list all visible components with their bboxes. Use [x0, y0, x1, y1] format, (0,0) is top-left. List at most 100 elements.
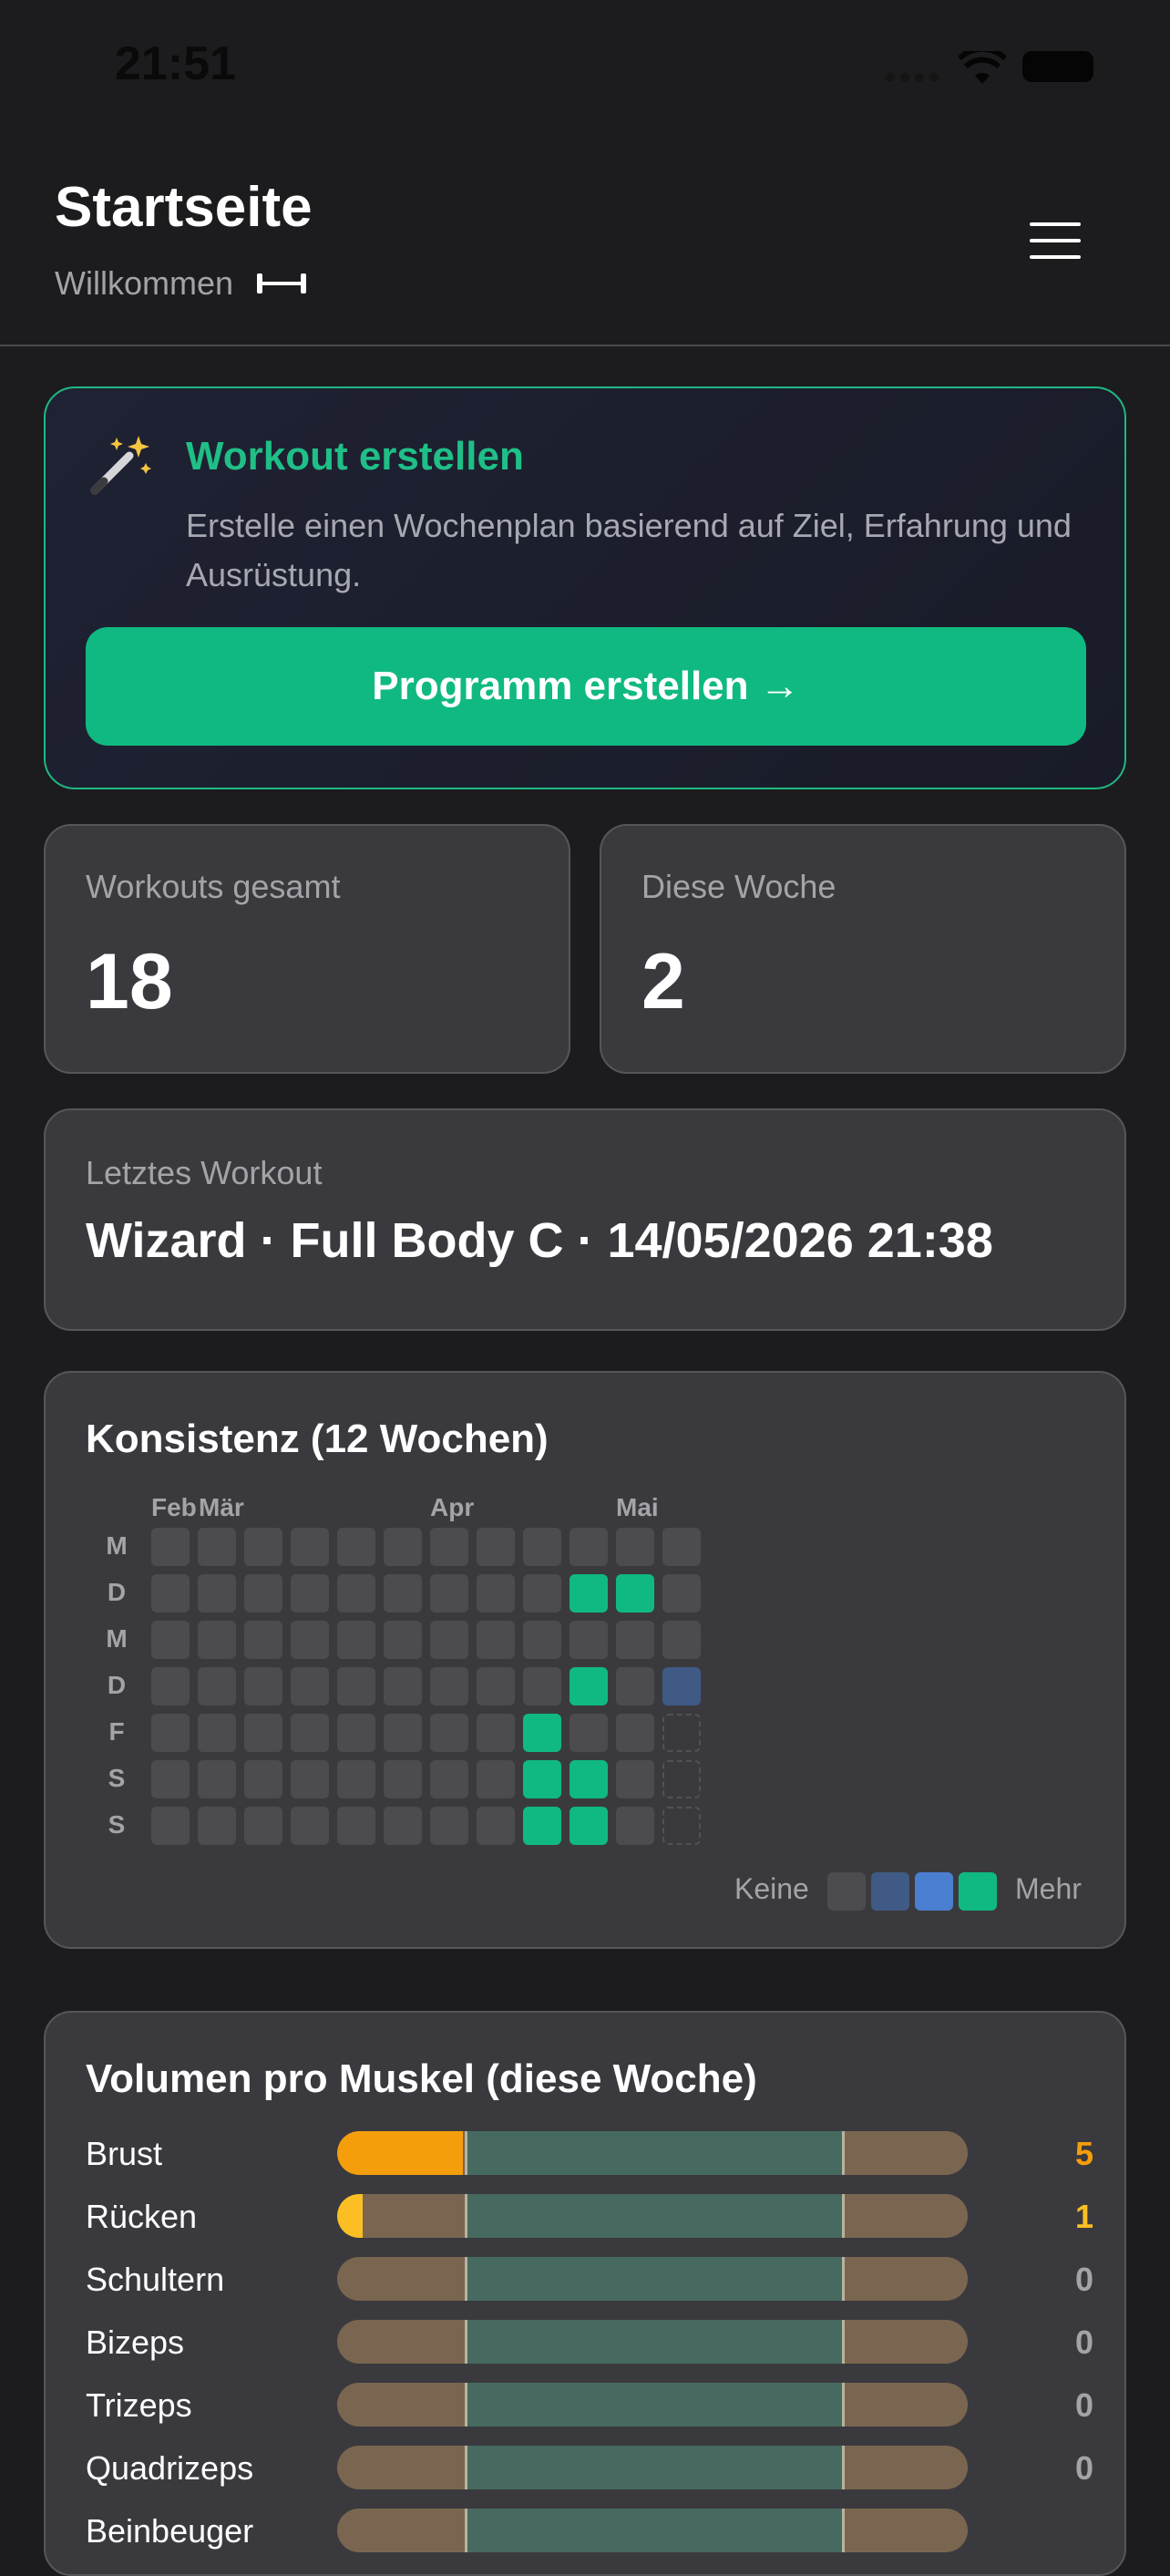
- muscle-set-count: 1: [1074, 2198, 1093, 2235]
- heatmap-cell: [198, 1807, 236, 1845]
- heatmap-cell: [198, 1528, 236, 1566]
- target-range-zone: [465, 2383, 842, 2427]
- heatmap-cell: [616, 1807, 654, 1845]
- heatmap-cell: [244, 1714, 282, 1752]
- heatmap-cell: [384, 1574, 422, 1613]
- muscle-set-count: 0: [1074, 2386, 1093, 2424]
- stat-label: Diese Woche: [641, 868, 836, 905]
- heatmap-cell: [662, 1621, 701, 1659]
- heatmap-cell: [151, 1714, 190, 1752]
- app-header: Startseite Willkommen: [0, 137, 1170, 346]
- heatmap-cell: [291, 1528, 329, 1566]
- target-marker: [465, 2509, 467, 2552]
- muscle-set-count: 0: [1074, 2261, 1093, 2298]
- last-workout-card[interactable]: Letztes Workout Wizard · Full Body C · 1…: [44, 1108, 1126, 1331]
- volume-bar: [337, 2257, 968, 2301]
- heatmap-cell: [523, 1667, 561, 1705]
- muscle-row: Quadrizeps 0: [46, 2444, 1128, 2491]
- volume-title: Volumen pro Muskel (diese Woche): [86, 2056, 757, 2101]
- heatmap-cell: [198, 1574, 236, 1613]
- day-label: S: [108, 1810, 126, 1839]
- volume-bar-fill: [337, 2194, 363, 2238]
- volume-bar: [337, 2446, 968, 2489]
- volume-bar: [337, 2194, 968, 2238]
- heatmap-cell: [151, 1574, 190, 1613]
- heatmap-cell: [570, 1760, 608, 1798]
- heatmap-cell: [523, 1574, 561, 1613]
- stat-label: Workouts gesamt: [86, 868, 341, 905]
- muscle-set-count: 5: [1074, 2135, 1093, 2172]
- heatmap-cell: [477, 1528, 515, 1566]
- heatmap-cell: [151, 1807, 190, 1845]
- heatmap-cell: [523, 1714, 561, 1752]
- muscle-name: Trizeps: [86, 2386, 192, 2424]
- target-range-zone: [465, 2257, 842, 2301]
- heatmap-cell: [616, 1667, 654, 1705]
- target-range-zone: [465, 2131, 842, 2175]
- heatmap-cell: [337, 1714, 375, 1752]
- target-marker: [465, 2194, 467, 2238]
- heatmap-cell: [570, 1714, 608, 1752]
- dumbbell-icon: [257, 273, 307, 294]
- muscle-name: Schultern: [86, 2261, 225, 2298]
- battery-icon: [1022, 51, 1093, 82]
- heatmap-cell: [384, 1714, 422, 1752]
- target-marker: [465, 2257, 467, 2301]
- target-marker: [465, 2383, 467, 2427]
- target-range-zone: [465, 2446, 842, 2489]
- heatmap-cell: [337, 1667, 375, 1705]
- heatmap-cell: [384, 1621, 422, 1659]
- heatmap-cell: [662, 1574, 701, 1613]
- muscle-set-count: 0: [1074, 2449, 1093, 2487]
- heatmap-cell: [337, 1528, 375, 1566]
- heatmap-cell: [616, 1528, 654, 1566]
- target-marker: [842, 2383, 845, 2427]
- heatmap-cell: [198, 1667, 236, 1705]
- hamburger-icon-line: [1030, 239, 1081, 242]
- target-marker: [842, 2194, 845, 2238]
- muscle-row: Trizeps 0: [46, 2381, 1128, 2428]
- day-label: D: [107, 1671, 127, 1699]
- month-label: Feb: [151, 1493, 197, 1521]
- day-label: M: [106, 1624, 128, 1653]
- hamburger-icon-line: [1030, 255, 1081, 259]
- hamburger-icon-line: [1030, 222, 1081, 226]
- create-program-button[interactable]: Programm erstellen →: [86, 627, 1086, 746]
- heatmap-cell: [291, 1621, 329, 1659]
- signal-icon: [886, 73, 939, 82]
- heatmap-cell: [198, 1714, 236, 1752]
- heatmap-cell: [477, 1760, 515, 1798]
- heatmap-cell: [244, 1760, 282, 1798]
- heatmap-cell: [291, 1807, 329, 1845]
- volume-bar: [337, 2383, 968, 2427]
- heatmap-cell: [477, 1621, 515, 1659]
- muscle-name: Bizeps: [86, 2324, 185, 2361]
- heatmap-cell: [198, 1621, 236, 1659]
- heatmap-cell: [244, 1528, 282, 1566]
- menu-button[interactable]: [1022, 215, 1088, 266]
- heatmap-cell: [244, 1667, 282, 1705]
- heatmap-cell: [337, 1574, 375, 1613]
- heatmap-cell: [570, 1621, 608, 1659]
- heatmap-cell: [662, 1714, 701, 1752]
- muscle-row: Schultern 0: [46, 2255, 1128, 2303]
- month-label: Mär: [199, 1493, 244, 1521]
- wizard-title: Workout erstellen: [186, 434, 524, 479]
- heatmap-cell: [384, 1528, 422, 1566]
- day-label: S: [108, 1764, 126, 1792]
- heatmap-cell: [523, 1528, 561, 1566]
- heatmap-cell: [523, 1621, 561, 1659]
- legend-swatch: [959, 1872, 997, 1911]
- volume-bar: [337, 2131, 968, 2175]
- heatmap-cell: [151, 1621, 190, 1659]
- muscle-row: Beinbeuger: [46, 2507, 1128, 2554]
- legend-swatch: [827, 1872, 866, 1911]
- heatmap-cell: [616, 1760, 654, 1798]
- target-range-zone: [465, 2320, 842, 2364]
- heatmap-cell: [384, 1760, 422, 1798]
- heatmap-cell: [430, 1528, 468, 1566]
- consistency-card: Konsistenz (12 Wochen) Feb Mär Apr Mai K…: [44, 1371, 1126, 1949]
- muscle-name: Quadrizeps: [86, 2449, 254, 2487]
- status-time: 21:51: [115, 37, 236, 90]
- heatmap-cell: [570, 1667, 608, 1705]
